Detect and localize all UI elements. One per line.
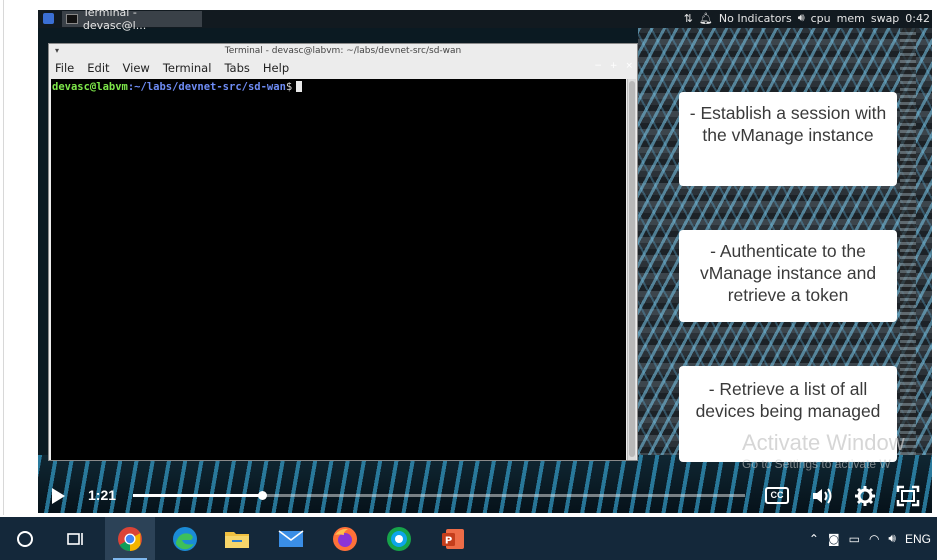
speaker-icon: [813, 488, 832, 504]
volume-button[interactable]: [810, 485, 834, 507]
bell-icon[interactable]: 🔔︎: [699, 12, 713, 25]
settings-button[interactable]: [854, 485, 876, 507]
menu-terminal[interactable]: Terminal: [163, 61, 212, 75]
taskbar-webex[interactable]: [374, 517, 424, 560]
chevron-up-icon[interactable]: ⌃: [809, 532, 819, 546]
language-indicator[interactable]: ENG: [905, 532, 931, 546]
menu-file[interactable]: File: [55, 61, 74, 75]
current-time: 1:21: [88, 487, 117, 503]
volume-icon[interactable]: 🔊︎: [798, 11, 805, 25]
wifi-icon[interactable]: ◠: [869, 532, 879, 546]
search-circle-icon: [17, 530, 33, 547]
terminal-output[interactable]: devasc@labvm:~/labs/devnet-src/sd-wan$: [51, 79, 626, 460]
network-icon[interactable]: ⇅: [684, 12, 693, 25]
powerpoint-icon: P: [442, 528, 464, 549]
menu-help[interactable]: Help: [263, 61, 289, 75]
chrome-icon: [118, 526, 142, 551]
callout-establish-session: - Establish a session with the vManage i…: [679, 92, 897, 186]
edge-icon: [173, 526, 197, 551]
taskbar-task-terminal[interactable]: Terminal - devasc@l...: [62, 10, 202, 32]
desktop-top-panel: Terminal - devasc@l... ⇅ 🔔︎ No Indicator…: [38, 10, 932, 32]
windows-taskbar: P ⌃ ◙ ▭ ◠ 🔊︎ ENG: [0, 517, 937, 560]
activate-windows-subtitle: Go to Settings to activate W: [742, 457, 891, 471]
taskbar-file-explorer[interactable]: [212, 517, 262, 560]
firefox-icon: [333, 526, 357, 551]
text-cursor: [296, 81, 303, 92]
folder-icon: [225, 531, 249, 548]
page-divider: [3, 0, 4, 515]
rack-strip: [900, 28, 916, 483]
taskbar-search[interactable]: [0, 517, 50, 560]
scrollbar-thumb[interactable]: [629, 81, 635, 457]
taskbar-mail[interactable]: [266, 517, 316, 560]
cpu-label: cpu: [810, 11, 831, 25]
prompt-path: :~/labs/devnet-src/sd-wan: [127, 81, 286, 93]
taskbar-edge[interactable]: [160, 517, 210, 560]
fullscreen-icon: [896, 485, 920, 507]
svg-text:P: P: [445, 535, 452, 546]
system-tray: ⌃ ◙ ▭ ◠ 🔊︎ ENG: [809, 517, 931, 560]
clock[interactable]: 0:42: [905, 12, 930, 25]
play-icon[interactable]: [52, 488, 65, 504]
terminal-window[interactable]: ▾ Terminal - devasc@labvm: ~/labs/devnet…: [48, 43, 638, 461]
terminal-title: Terminal - devasc@labvm: ~/labs/devnet-s…: [224, 46, 462, 56]
callout-authenticate: - Authenticate to the vManage instance a…: [679, 230, 897, 322]
captions-button[interactable]: CC: [765, 487, 789, 504]
battery-icon[interactable]: ▭: [849, 532, 860, 546]
terminal-icon: [66, 14, 78, 24]
prompt-user: devasc@labvm: [52, 81, 128, 93]
taskbar-chrome[interactable]: [105, 517, 155, 560]
terminal-menubar: File Edit View Terminal Tabs Help: [49, 58, 637, 77]
minimize-icon[interactable]: −: [594, 59, 602, 73]
progress-knob[interactable]: [257, 491, 267, 500]
meet-now-icon[interactable]: ◙: [828, 532, 840, 546]
app-menu-icon[interactable]: [43, 13, 54, 24]
webex-icon: [387, 526, 411, 551]
video-player[interactable]: Terminal - devasc@l... ⇅ 🔔︎ No Indicator…: [38, 10, 932, 513]
maximize-icon[interactable]: +: [610, 59, 618, 73]
mem-label: mem: [836, 11, 865, 25]
close-icon[interactable]: ×: [625, 59, 633, 73]
progress-fill: [133, 494, 262, 497]
menu-view[interactable]: View: [123, 61, 150, 75]
menu-edit[interactable]: Edit: [87, 61, 109, 75]
panel-indicators: ⇅ 🔔︎ No Indicators 🔊︎ cpu mem swap 0:42: [684, 11, 930, 25]
taskbar-firefox[interactable]: [320, 517, 370, 560]
mail-icon: [278, 529, 304, 547]
taskbar-task-view[interactable]: [50, 517, 100, 560]
terminal-scrollbar[interactable]: [627, 79, 636, 460]
taskbar-powerpoint[interactable]: P: [428, 517, 478, 560]
prompt-symbol: $: [285, 81, 293, 93]
terminal-titlebar[interactable]: ▾ Terminal - devasc@labvm: ~/labs/devnet…: [49, 44, 637, 71]
fullscreen-button[interactable]: [896, 485, 920, 507]
indicators-label[interactable]: No Indicators: [719, 12, 792, 25]
swap-label: swap: [870, 11, 900, 25]
task-title: Terminal - devasc@l...: [82, 10, 147, 32]
screen: Terminal - devasc@l... ⇅ 🔔︎ No Indicator…: [0, 0, 937, 560]
progress-bar[interactable]: [133, 491, 745, 500]
window-menu-icon[interactable]: ▾: [55, 44, 59, 58]
gear-icon: [855, 486, 875, 506]
player-controls: 1:21 CC: [38, 479, 932, 513]
volume-icon[interactable]: 🔊︎: [888, 531, 896, 546]
menu-tabs[interactable]: Tabs: [224, 61, 249, 75]
activate-windows-watermark: Activate Window: [742, 430, 905, 455]
task-view-icon: [67, 532, 83, 545]
